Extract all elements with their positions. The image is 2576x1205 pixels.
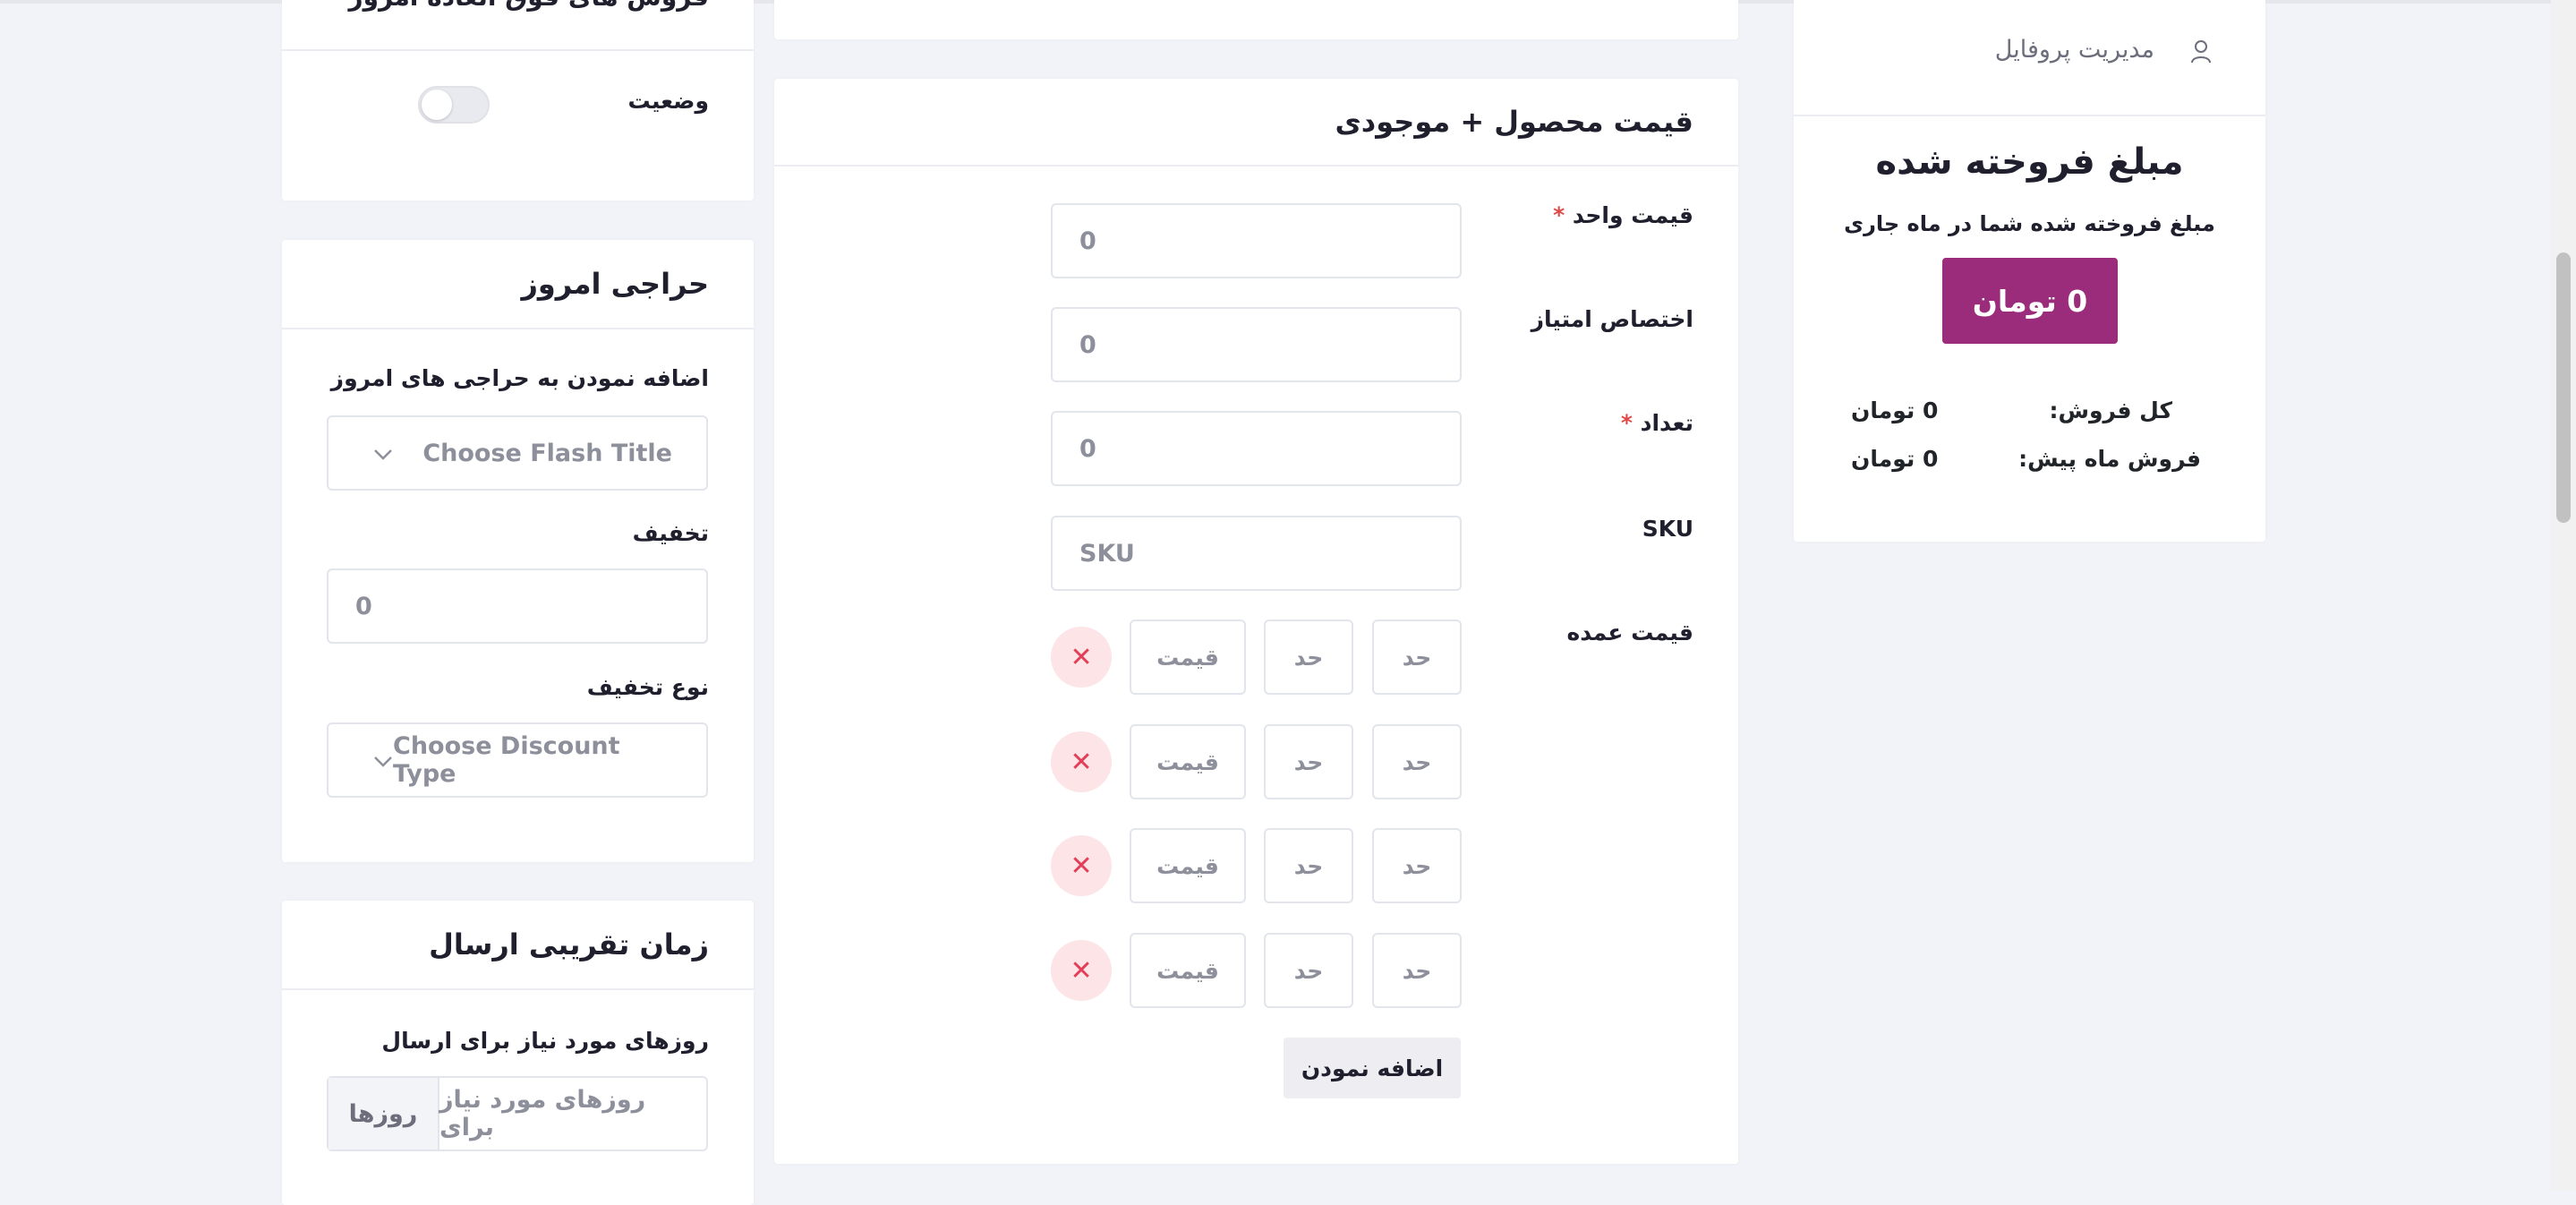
remove-row-button[interactable]: ✕ <box>1051 940 1112 1001</box>
wholesale-price-text: قیمت <box>1156 748 1219 775</box>
quantity-input[interactable]: 0 <box>1051 411 1462 486</box>
profile-label: مدیریت پروفایل <box>1994 36 2154 64</box>
seller-summary-card: مدیریت پروفایل مبلغ فروخته شده مبلغ فروخ… <box>1794 0 2265 542</box>
sold-amount-badge: 0 تومان <box>1942 258 2118 344</box>
days-suffix-text: روزها <box>348 1099 418 1128</box>
flash-deal-card: حراجی امروز اضافه نمودن به حراجی های امر… <box>282 240 754 862</box>
scrollbar-thumb[interactable] <box>2556 252 2571 523</box>
wholesale-price-text: قیمت <box>1156 957 1219 984</box>
status-label: وضعیت <box>627 88 709 114</box>
scrollbar-track[interactable] <box>2551 0 2576 1191</box>
sku-placeholder: SKU <box>1079 539 1135 568</box>
wholesale-max-text: حد <box>1293 644 1324 671</box>
quantity-value: 0 <box>1079 434 1096 463</box>
wholesale-max-text: حد <box>1293 748 1324 775</box>
flash-deal-header: حراجی امروز <box>282 240 754 329</box>
sold-subtitle: مبلغ فروخته شده شما در ماه جاری <box>1844 211 2215 236</box>
wholesale-min-input[interactable]: حد <box>1372 933 1462 1008</box>
wholesale-label: قیمت عمده <box>1566 620 1693 645</box>
wholesale-price-text: قیمت <box>1156 852 1219 879</box>
wholesale-min-text: حد <box>1402 644 1432 671</box>
flash-deal-status-card: فروش های فوق العاده امروز وضعیت <box>282 0 754 201</box>
sku-label: SKU <box>1642 516 1693 542</box>
wholesale-max-input[interactable]: حد <box>1264 828 1353 903</box>
unit-price-input[interactable]: 0 <box>1051 203 1462 278</box>
quantity-label: تعداد * <box>1621 410 1693 436</box>
wholesale-min-text: حد <box>1402 748 1432 775</box>
unit-price-label-text: قیمت واحد <box>1572 202 1693 228</box>
shipping-header: زمان تقریبی ارسال <box>282 901 754 990</box>
flash-title-select[interactable]: Choose Flash Title <box>327 415 708 491</box>
sku-input[interactable]: SKU <box>1051 516 1462 591</box>
last-month-value: 0 تومان <box>1851 446 1939 472</box>
previous-card-bottom <box>774 0 1738 39</box>
add-wholesale-button[interactable]: اضافه نمودن <box>1284 1038 1461 1098</box>
status-toggle[interactable] <box>418 86 490 124</box>
flash-deal-title: حراجی امروز <box>521 267 709 301</box>
days-suffix: روزها <box>328 1078 439 1149</box>
remove-row-button[interactable]: ✕ <box>1051 627 1112 688</box>
shipping-days-label: روزهای مورد نیاز برای ارسال <box>381 1028 709 1054</box>
points-label: اختصاص امتیاز <box>1531 306 1693 332</box>
points-input[interactable]: 0 <box>1051 307 1462 382</box>
last-month-label: فروش ماه پیش: <box>2018 446 2201 472</box>
close-icon: ✕ <box>1070 641 1093 673</box>
close-icon: ✕ <box>1070 746 1093 778</box>
close-icon: ✕ <box>1070 850 1093 882</box>
price-stock-header: قیمت محصول + موجودی <box>774 79 1738 167</box>
wholesale-min-input[interactable]: حد <box>1372 724 1462 799</box>
flash-title-placeholder: Choose Flash Title <box>422 439 672 467</box>
price-stock-card: قیمت محصول + موجودی قیمت واحد * 0 اختصاص… <box>774 79 1738 1164</box>
remove-row-button[interactable]: ✕ <box>1051 731 1112 792</box>
quantity-label-text: تعداد <box>1640 410 1693 436</box>
total-sales-value: 0 تومان <box>1851 397 1939 423</box>
shipping-days-input[interactable]: روزهای مورد نیاز برای <box>439 1078 706 1149</box>
wholesale-price-input[interactable]: قیمت <box>1130 933 1246 1008</box>
discount-label: تخفیف <box>632 520 709 546</box>
close-icon: ✕ <box>1070 954 1093 987</box>
wholesale-min-input[interactable]: حد <box>1372 620 1462 695</box>
shipping-title: زمان تقریبی ارسال <box>429 927 709 961</box>
divider <box>282 49 754 51</box>
wholesale-min-text: حد <box>1402 852 1432 879</box>
discount-type-placeholder: Choose Discount Type <box>393 732 620 788</box>
user-icon <box>2190 39 2212 68</box>
wholesale-min-input[interactable]: حد <box>1372 828 1462 903</box>
price-stock-title: قیمت محصول + موجودی <box>1335 105 1693 139</box>
wholesale-price-input[interactable]: قیمت <box>1130 724 1246 799</box>
sold-title: مبلغ فروخته شده <box>1875 141 2184 183</box>
profile-menu-item[interactable]: مدیریت پروفایل <box>1794 0 2265 116</box>
toggle-knob <box>422 90 452 120</box>
wholesale-max-input[interactable]: حد <box>1264 724 1353 799</box>
shipping-time-card: زمان تقریبی ارسال روزهای مورد نیاز برای … <box>282 901 754 1205</box>
remove-row-button[interactable]: ✕ <box>1051 835 1112 896</box>
wholesale-price-text: قیمت <box>1156 644 1219 671</box>
wholesale-price-input[interactable]: قیمت <box>1130 828 1246 903</box>
chevron-down-icon <box>373 440 393 467</box>
shipping-days-group: روزها روزهای مورد نیاز برای <box>327 1076 708 1151</box>
wholesale-max-text: حد <box>1293 957 1324 984</box>
discount-input[interactable]: 0 <box>327 568 708 644</box>
wholesale-max-text: حد <box>1293 852 1324 879</box>
wholesale-max-input[interactable]: حد <box>1264 933 1353 1008</box>
wholesale-min-text: حد <box>1402 957 1432 984</box>
unit-price-value: 0 <box>1079 226 1096 255</box>
discount-type-select[interactable]: Choose Discount Type <box>327 722 708 798</box>
wholesale-price-input[interactable]: قیمت <box>1130 620 1246 695</box>
points-value: 0 <box>1079 330 1096 359</box>
shipping-days-placeholder: روزهای مورد نیاز برای <box>439 1086 646 1141</box>
required-mark: * <box>1553 202 1565 228</box>
chevron-down-icon <box>373 747 393 774</box>
discount-value: 0 <box>355 592 372 620</box>
discount-type-label: نوع تخفیف <box>586 674 709 700</box>
flash-add-label: اضافه نمودن به حراجی های امروز <box>330 365 709 391</box>
flash-deal-partial-title: فروش های فوق العاده امروز <box>349 0 710 12</box>
wholesale-max-input[interactable]: حد <box>1264 620 1353 695</box>
add-wholesale-label: اضافه نمودن <box>1301 1055 1444 1081</box>
required-mark: * <box>1620 410 1633 436</box>
sold-amount: 0 تومان <box>1972 283 2088 319</box>
total-sales-label: کل فروش: <box>2049 397 2172 423</box>
unit-price-label: قیمت واحد * <box>1553 202 1693 228</box>
